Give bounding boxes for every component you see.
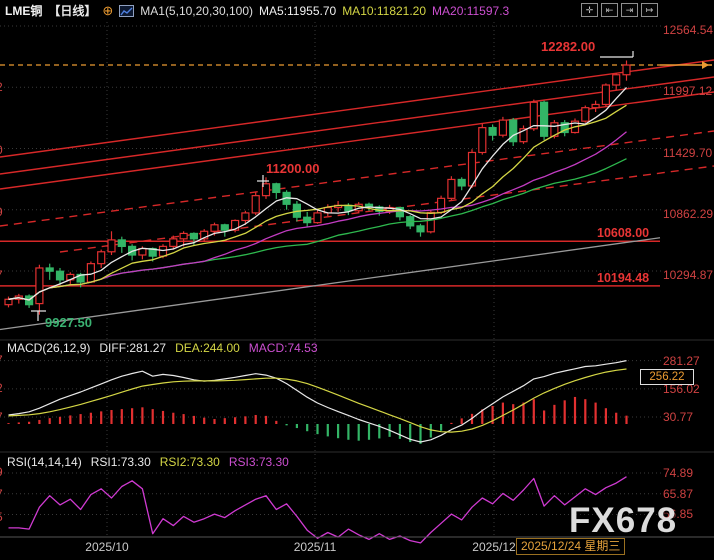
add-indicator-icon[interactable]: ⊕ [102,4,113,17]
candle-up [180,233,187,238]
fit-left-icon[interactable]: ⇤ [601,3,618,17]
chart-toolbar: ✛ ⇤ ⇥ ↦ [581,3,658,17]
rsi-title: RSI(14,14,14) [7,455,82,469]
candle-up [211,225,218,231]
candle-up [582,108,589,121]
watermark: FX678 [569,501,677,541]
candle-down [489,128,496,136]
clipped-left-axis-digit: 2 [0,381,3,395]
month-label: 2025/11 [294,540,337,554]
month-label: 2025/10 [85,540,128,554]
macd-y-label: 30.77 [663,410,693,424]
clipped-left-axis-digit: 5 [0,510,3,524]
rsi-panel-header: RSI(14,14,14) RSI1:73.30 RSI2:73.30 RSI3… [7,455,289,469]
candle-down [221,225,228,230]
candle-up [252,196,259,213]
ma20-value-label: MA20:11597.3 [432,4,509,18]
candle-down [541,102,548,136]
rsi1-label: RSI1:73.30 [91,455,151,469]
macd-current-value-box: 256.22 [640,369,694,385]
candle-up [5,299,12,304]
main-y-label: 11429.70 [663,146,712,160]
clipped-left-axis-digit: 9 [0,465,3,479]
clipped-left-axis-digit: 7 [0,353,3,367]
ma10-value-label: MA10:11821.20 [342,4,426,18]
fit-right-icon[interactable]: ⇥ [621,3,638,17]
main-y-label: 10294.87 [663,268,713,282]
annotation-support-10194: 10194.48 [597,271,649,285]
annotation-support-10608: 10608.00 [597,226,649,240]
rsi2-label: RSI2:73.30 [160,455,220,469]
candle-down [273,184,280,193]
candle-down [510,120,517,142]
candle-down [458,179,465,185]
main-y-label: 11997.12 [663,84,712,98]
chart-window: LME铜 【日线】 ⊕ MA1(5,10,20,30,100) MA5:1195… [0,0,714,560]
candle-up [623,65,630,75]
candle-up [613,75,620,85]
period-label[interactable]: 【日线】 [48,2,96,19]
clipped-left-axis-digit: 7 [0,487,3,501]
macd-title: MACD(26,12,9) [7,341,90,355]
candle-up [427,212,434,231]
candle-up [602,85,609,104]
macd-panel-header: MACD(26,12,9) DIFF:281.27 DEA:244.00 MAC… [7,341,318,355]
candle-down [57,271,64,280]
clipped-left-axis-digit: 9 [0,205,3,219]
annotation-swing-low: 9927.50 [45,315,92,330]
rsi-line [9,477,627,543]
main-y-label: 12564.54 [663,23,713,37]
crosshair-icon[interactable]: ✛ [581,3,598,17]
candle-down [417,226,424,232]
pan-right-icon[interactable]: ↦ [641,3,658,17]
ma5-value-label: MA5:11955.70 [259,4,336,18]
candle-down [118,240,125,246]
candle-up [530,102,537,128]
candle-down [345,205,352,210]
candle-up [438,198,445,212]
rsi3-label: RSI3:73.30 [229,455,289,469]
candle-up [448,179,455,198]
candle-up [170,239,177,247]
candle-up [314,213,321,223]
candle-up [108,240,115,252]
candle-down [304,217,311,222]
annotation-swing-high: 11200.00 [266,161,320,176]
ma-settings-label: MA1(5,10,20,30,100) [140,4,253,18]
candle-down [46,268,53,271]
rsi-y-label: 65.87 [663,487,693,501]
chart-type-icon[interactable] [119,5,134,17]
month-label: 2025/12 [472,540,515,554]
candle-up [499,120,506,135]
rsi-y-label: 74.89 [663,466,693,480]
candle-up [479,128,486,153]
macd-diff-label: DIFF:281.27 [99,341,166,355]
candle-up [592,104,599,107]
candle-up [98,252,105,264]
macd-y-label: 281.27 [663,354,700,368]
current-price-arrow [702,61,709,69]
macd-value-label: MACD:74.53 [249,341,318,355]
clipped-left-axis-digit: 7 [0,268,3,282]
clipped-left-axis-digit: 2 [0,80,3,94]
symbol-name: LME铜 [5,2,42,19]
clipped-left-axis-digit: 0 [0,143,3,157]
candle-up [160,246,167,256]
clipped-left-axis-digit: 7 [0,410,3,424]
candle-up [242,213,249,221]
candle-down [190,233,197,238]
annotation-high-price: 12282.00 [541,39,595,54]
candle-up [36,268,43,304]
macd-dea-label: DEA:244.00 [175,341,240,355]
main-y-label: 10862.29 [663,207,713,221]
